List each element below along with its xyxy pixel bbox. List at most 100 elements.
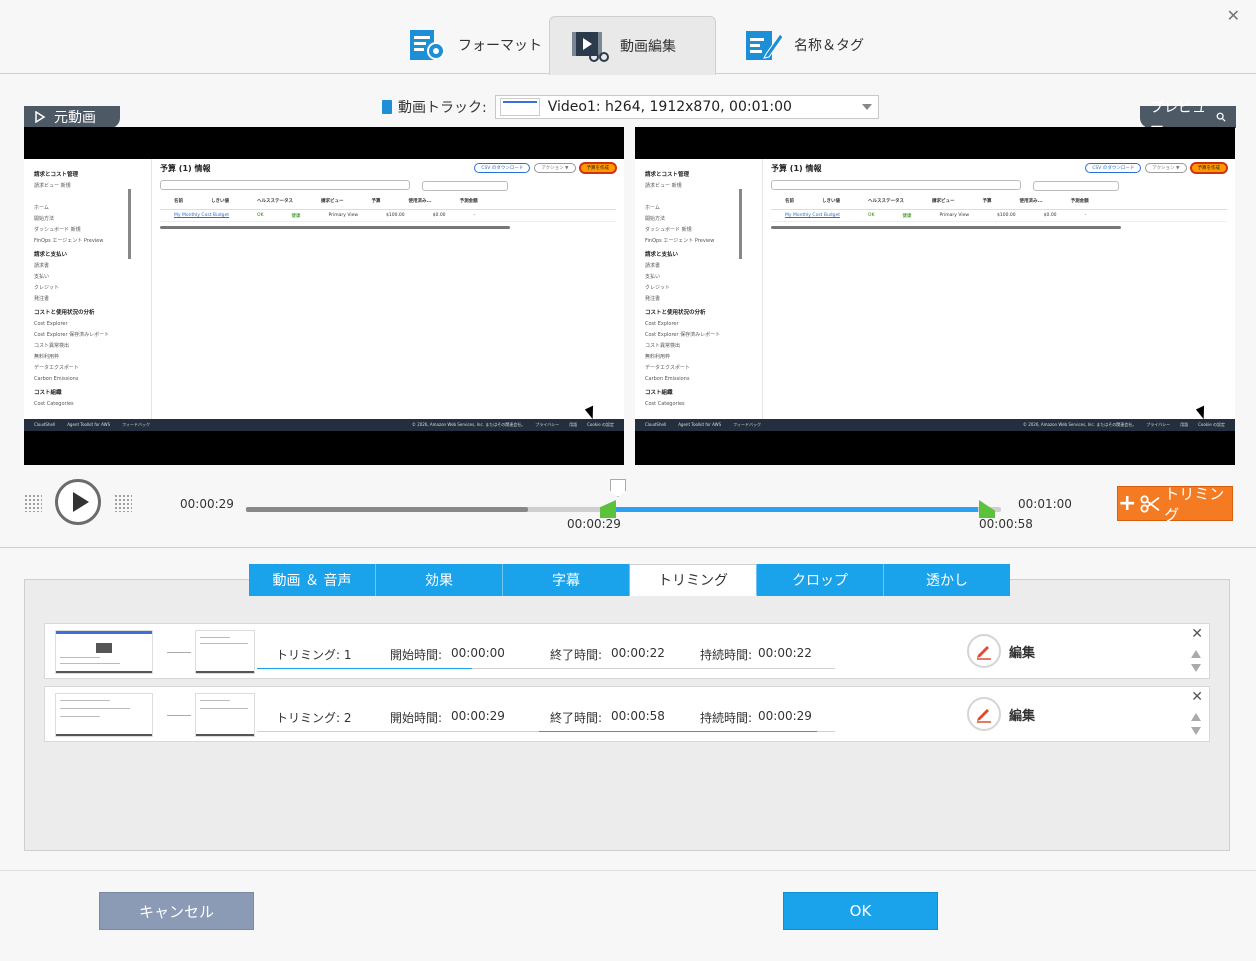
move-down-icon[interactable] xyxy=(1191,727,1201,735)
add-trim-button[interactable]: + トリミング xyxy=(1117,485,1233,524)
move-up-icon[interactable] xyxy=(1191,650,1201,658)
tab-video-edit-label: 動画編集 xyxy=(620,38,676,55)
frame-column-header: 予算 xyxy=(371,199,381,204)
clip-arrow xyxy=(167,715,191,716)
frame-sidebar-item: コスト組織 xyxy=(34,390,62,396)
frame-cell: $0.00 xyxy=(432,213,446,218)
frame-footer-link: プライバシー xyxy=(535,422,560,427)
frame-table-header: 名前 しきい値 ヘルスステータス 請求ビュー 予算 使用済み... 予測金額 xyxy=(771,198,1227,210)
close-window-icon[interactable]: ✕ xyxy=(1227,6,1240,25)
tab-watermark[interactable]: 透かし xyxy=(884,564,1010,596)
frame-main: 予算 (1) 情報 CSV のダウンロード アクション ▼ 予算を作成 名前 しき… xyxy=(160,163,616,229)
frame-footer-link: フィードバック xyxy=(122,422,151,427)
move-up-icon[interactable] xyxy=(1191,713,1201,721)
clip-start-value: 00:00:29 xyxy=(451,709,505,723)
frame-footer-link: CloudShell xyxy=(34,422,56,427)
move-down-icon[interactable] xyxy=(1191,664,1201,672)
frame-sidebar-item: Cost Explorer 保存済みレポート xyxy=(645,332,721,338)
clip-duration-value: 00:00:29 xyxy=(758,709,812,723)
frame-action-button: アクション ▼ xyxy=(1145,163,1187,173)
frame-sidebar-item: コスト異常検出 xyxy=(645,343,681,349)
frame-sidebar-item: 支払い xyxy=(645,274,661,280)
ok-button[interactable]: OK xyxy=(783,892,938,930)
frame-footer-link: 用語 xyxy=(569,422,578,427)
clip-duration-label: 持続時間: xyxy=(700,711,753,725)
remove-clip-icon[interactable]: ✕ xyxy=(1191,626,1203,642)
chevron-down-icon xyxy=(861,104,872,110)
clip-end-thumbnail xyxy=(195,693,255,737)
frame-sidebar-item: 請求と支払い xyxy=(645,252,679,258)
frame-sidebar-item: 無料利用枠 xyxy=(34,354,60,360)
frame-cell: - xyxy=(473,213,476,218)
timeline-track[interactable] xyxy=(246,507,1001,512)
frame-sidebar-item: コストと使用状況の分析 xyxy=(645,310,706,316)
frame-sidebar-item: Cost Explorer xyxy=(645,321,679,327)
tab-effects[interactable]: 効果 xyxy=(376,564,503,596)
video-frame: 請求とコスト管理 請求ビュー 新規 ホーム 開始方法 ダッシュボード 新規 FinOps… xyxy=(24,159,624,431)
tab-name-tag[interactable]: 名称＆タグ xyxy=(724,16,884,74)
tab-subtitles[interactable]: 字幕 xyxy=(503,564,630,596)
tab-crop[interactable]: クロップ xyxy=(757,564,884,596)
edit-clip-button[interactable]: 編集 xyxy=(967,634,1035,668)
clip-end-label: 終了時間: xyxy=(550,711,603,725)
tab-format-label: フォーマット xyxy=(458,38,542,54)
frame-column-header: 名前 xyxy=(174,199,183,204)
frame-buttons: CSV のダウンロード アクション ▼ 予算を作成 xyxy=(1085,163,1227,173)
frame-column-header: 使用済み... xyxy=(1019,199,1043,204)
frame-cell: 健康 xyxy=(291,213,301,219)
tab-format[interactable]: フォーマット xyxy=(388,16,562,74)
cancel-button[interactable]: キャンセル xyxy=(99,892,254,930)
plus-icon: + xyxy=(1118,490,1137,516)
drag-grip-icon[interactable] xyxy=(24,494,42,512)
frame-cell: My Monthly Cost Budget xyxy=(785,213,841,218)
total-time: 00:01:00 xyxy=(1018,497,1072,511)
video-track-value: Video1: h264, 1912x870, 00:01:00 xyxy=(547,99,792,115)
trim-start-handle[interactable] xyxy=(600,500,616,518)
tab-video-audio[interactable]: 動画 ＆ 音声 xyxy=(249,564,376,596)
frame-footer-link: Cookie の設定 xyxy=(587,422,614,427)
search-icon xyxy=(1216,112,1226,122)
trim-clip-row[interactable]: トリミング: 2 開始時間: 00:00:29 終了時間: 00:00:58 持… xyxy=(44,686,1210,742)
frame-footer-right: © 2026, Amazon Web Services, Inc. またはその関… xyxy=(412,422,614,428)
clip-start-label: 開始時間: xyxy=(390,648,443,662)
play-button[interactable] xyxy=(55,479,101,525)
edit-clip-button[interactable]: 編集 xyxy=(967,697,1035,731)
frame-table-row: My Monthly Cost Budget OK 健康 Primary View $1… xyxy=(771,210,1227,222)
frame-sidebar-item xyxy=(645,192,762,203)
frame-cell: $100.00 xyxy=(997,213,1016,218)
playhead-handle[interactable] xyxy=(610,479,626,497)
frame-sidebar-item: 開始方法 xyxy=(34,216,55,222)
frame-sidebar-item: 請求書 xyxy=(34,263,50,269)
drag-grip-icon[interactable] xyxy=(114,494,132,512)
remove-clip-icon[interactable]: ✕ xyxy=(1191,689,1203,705)
frame-sidebar-title: 請求とコスト管理 xyxy=(34,172,79,178)
video-track-select[interactable]: Video1: h264, 1912x870, 00:01:00 xyxy=(494,95,879,119)
frame-cell: OK xyxy=(257,213,264,218)
video-edit-icon xyxy=(572,31,609,62)
source-video-pane: 請求とコスト管理 請求ビュー 新規 ホーム 開始方法 ダッシュボード 新規 FinOps… xyxy=(24,127,624,465)
trim-clip-row[interactable]: トリミング: 1 開始時間: 00:00:00 終了時間: 00:00:22 持… xyxy=(44,623,1210,679)
frame-filter xyxy=(422,181,508,191)
tab-name-tag-label: 名称＆タグ xyxy=(794,38,864,54)
preview-label[interactable]: プレビュー xyxy=(1140,100,1236,136)
frame-scrollbar xyxy=(739,189,742,259)
clip-end-value: 00:00:58 xyxy=(611,709,665,723)
tab-video-edit[interactable]: 動画編集 xyxy=(549,16,716,75)
frame-sidebar-item: 発注書 xyxy=(645,296,661,302)
frame-sidebar-item: コストと使用状況の分析 xyxy=(34,310,95,316)
frame-column-header: 請求ビュー xyxy=(932,199,955,204)
add-trim-label: トリミング xyxy=(1164,484,1225,524)
frame-cell: My Monthly Cost Budget xyxy=(174,213,230,218)
frame-sidebar-item: Cost Categories xyxy=(645,401,685,407)
frame-table-row: My Monthly Cost Budget OK 健康 Primary View $1… xyxy=(160,210,616,222)
track-thumbnail xyxy=(499,98,540,116)
frame-footer-left: CloudShell Agent Toolkit for AWS フィードバック xyxy=(645,422,773,428)
trim-start-time: 00:00:29 xyxy=(567,517,621,531)
name-tag-icon xyxy=(746,31,784,60)
frame-create-button: 予算を作成 xyxy=(579,163,616,173)
tab-trimming[interactable]: トリミング xyxy=(630,564,757,596)
frame-sidebar-item xyxy=(34,192,151,203)
frame-main: 予算 (1) 情報 CSV のダウンロード アクション ▼ 予算を作成 名前 しき… xyxy=(771,163,1227,229)
frame-column-header: 請求ビュー xyxy=(321,199,344,204)
clip-end-label: 終了時間: xyxy=(550,648,603,662)
